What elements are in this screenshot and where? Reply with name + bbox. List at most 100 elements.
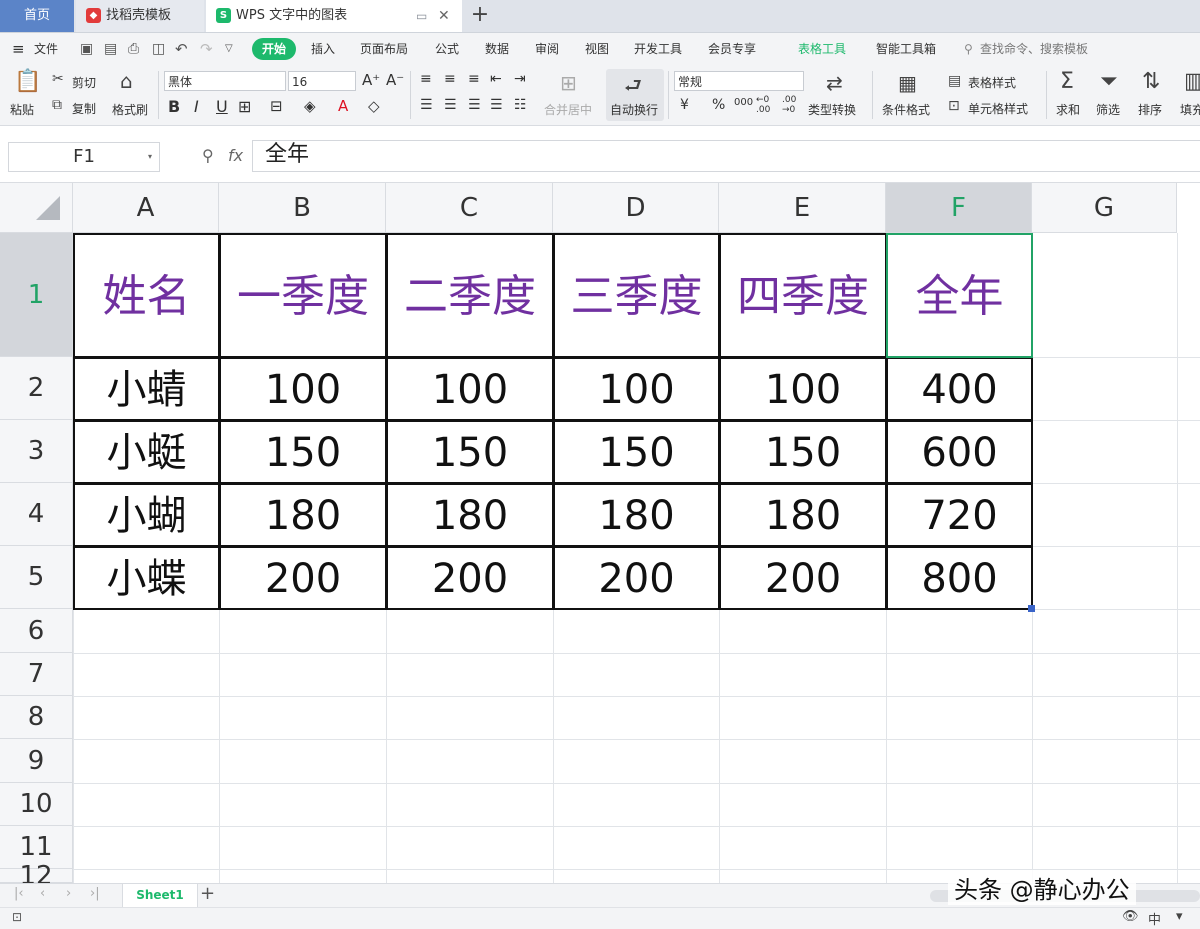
next-sheet-icon[interactable]: › (66, 886, 71, 901)
fill-style-icon[interactable]: ⊟ (270, 97, 283, 115)
hamburger-icon[interactable]: ≡ (12, 33, 25, 65)
add-sheet-icon[interactable]: + (200, 883, 215, 904)
wrap-text-icon[interactable]: ⮐ (624, 71, 642, 105)
input-method-icon[interactable]: 中 (1148, 909, 1161, 928)
tab-home[interactable]: 首页 (0, 0, 74, 32)
table-cell[interactable]: 180 (553, 483, 720, 547)
tab-close-icon[interactable]: ✕ (438, 0, 450, 32)
indent-increase-icon[interactable]: ⇥ (514, 71, 526, 87)
menu-member[interactable]: 会员专享 (708, 33, 756, 65)
menu-data[interactable]: 数据 (485, 33, 509, 65)
table-cell[interactable]: 100 (719, 357, 887, 421)
table-header-cell[interactable]: 一季度 (219, 233, 387, 358)
table-header-cell[interactable]: 四季度 (719, 233, 887, 358)
menu-smart-toolbox[interactable]: 智能工具箱 (876, 33, 936, 65)
filter-button[interactable]: 筛选 (1096, 101, 1120, 118)
menu-developer[interactable]: 开发工具 (634, 33, 682, 65)
cell-style-icon[interactable]: ⊡ (948, 98, 960, 114)
new-tab-icon[interactable]: + (470, 0, 490, 32)
table-cell[interactable]: 200 (553, 546, 720, 610)
sort-icon[interactable]: ⇅ (1142, 69, 1160, 94)
zoom-icon[interactable]: ⚲ (202, 146, 214, 165)
table-style-button[interactable]: 表格样式 (968, 74, 1016, 91)
menu-table-tools[interactable]: 表格工具 (798, 33, 846, 65)
table-cell[interactable]: 150 (719, 420, 887, 484)
table-cell[interactable]: 180 (219, 483, 387, 547)
table-cell[interactable]: 100 (553, 357, 720, 421)
underline-icon[interactable]: U (216, 97, 228, 116)
table-style-icon[interactable]: ▤ (948, 73, 961, 89)
font-name-select[interactable]: 黑体 (164, 71, 286, 91)
table-cell[interactable]: 100 (219, 357, 387, 421)
align-left-icon[interactable]: ☰ (420, 97, 433, 113)
font-grow-icon[interactable]: A⁺ (362, 71, 380, 89)
type-convert-button[interactable]: 类型转换 (808, 101, 856, 118)
table-cell[interactable]: 150 (553, 420, 720, 484)
table-cell[interactable]: 800 (886, 546, 1033, 610)
table-cell[interactable]: 150 (219, 420, 387, 484)
sheet-tab-sheet1[interactable]: Sheet1 (122, 884, 198, 908)
table-header-cell[interactable]: 全年 (886, 233, 1033, 358)
column-header-b[interactable]: B (219, 183, 386, 233)
table-header-cell[interactable]: 姓名 (73, 233, 220, 358)
table-cell[interactable]: 小蜓 (73, 420, 220, 484)
menu-view[interactable]: 视图 (585, 33, 609, 65)
formula-input[interactable]: 全年 (252, 140, 1200, 172)
conditional-format-icon[interactable]: ▦ (898, 71, 917, 95)
name-box-dropdown-icon[interactable]: ▾ (148, 152, 152, 161)
table-cell[interactable]: 600 (886, 420, 1033, 484)
quick-access-dropdown-icon[interactable]: ▽ (225, 33, 233, 65)
search-command-input[interactable]: 查找命令、搜索模板 (980, 33, 1088, 65)
align-bottom-icon[interactable]: ≡ (468, 71, 480, 87)
table-cell[interactable]: 150 (386, 420, 554, 484)
table-cell[interactable]: 200 (719, 546, 887, 610)
wrap-text-button[interactable]: 自动换行 (610, 101, 658, 118)
fill-icon[interactable]: ▥ (1184, 69, 1200, 94)
paste-icon[interactable]: 📋 (14, 69, 41, 94)
sort-button[interactable]: 排序 (1138, 101, 1162, 118)
fill-handle[interactable] (1028, 605, 1035, 612)
last-sheet-icon[interactable]: ›| (90, 886, 100, 901)
print-icon[interactable]: ⎙ (128, 33, 139, 65)
save-icon[interactable]: ▣ (80, 33, 93, 65)
type-convert-icon[interactable]: ⇄ (826, 71, 843, 95)
filter-icon[interactable]: ⏷ (1100, 69, 1118, 94)
copy-button[interactable]: 复制 (72, 100, 96, 117)
format-painter-icon[interactable]: ⌂ (120, 69, 133, 93)
table-cell[interactable]: 400 (886, 357, 1033, 421)
table-cell[interactable]: 小蝶 (73, 546, 220, 610)
menu-formula[interactable]: 公式 (435, 33, 459, 65)
tab-pin-icon[interactable]: ▭ (416, 0, 427, 32)
font-color-icon[interactable]: A (338, 97, 348, 115)
table-header-cell[interactable]: 二季度 (386, 233, 554, 358)
column-header-a[interactable]: A (73, 183, 219, 233)
number-format-select[interactable]: 常规 (674, 71, 804, 91)
column-header-d[interactable]: D (553, 183, 719, 233)
row-header-6[interactable]: 6 (0, 609, 73, 653)
merge-center-button[interactable]: 合并居中 (544, 101, 592, 118)
table-cell[interactable]: 小蝴 (73, 483, 220, 547)
fx-button[interactable]: fx (228, 146, 243, 165)
fill-button[interactable]: 填充 (1180, 101, 1200, 118)
bold-icon[interactable]: B (168, 97, 180, 116)
sum-icon[interactable]: Σ (1060, 69, 1074, 94)
table-cell[interactable]: 200 (219, 546, 387, 610)
eye-protection-icon[interactable]: 👁 (1122, 909, 1139, 924)
row-header-10[interactable]: 10 (0, 783, 73, 826)
table-cell[interactable]: 小蜻 (73, 357, 220, 421)
first-sheet-icon[interactable]: |‹ (14, 886, 24, 901)
font-size-select[interactable]: 16 (288, 71, 356, 91)
format-painter-button[interactable]: 格式刷 (112, 101, 148, 118)
row-header-7[interactable]: 7 (0, 653, 73, 696)
increase-decimal-button[interactable]: ←0 .00 (756, 95, 778, 115)
settings-icon[interactable]: ▾ (1176, 909, 1183, 924)
percent-button[interactable]: % (712, 97, 725, 113)
decrease-decimal-button[interactable]: .00 →0 (782, 95, 804, 115)
tab-document[interactable]: S WPS 文字中的图表 ▭ ✕ (206, 0, 462, 32)
menu-review[interactable]: 审阅 (535, 33, 559, 65)
clear-format-icon[interactable]: ◇ (368, 97, 380, 115)
table-cell[interactable]: 720 (886, 483, 1033, 547)
table-header-cell[interactable]: 三季度 (553, 233, 720, 358)
prev-sheet-icon[interactable]: ‹ (40, 886, 45, 901)
row-header-1[interactable]: 1 (0, 233, 73, 357)
